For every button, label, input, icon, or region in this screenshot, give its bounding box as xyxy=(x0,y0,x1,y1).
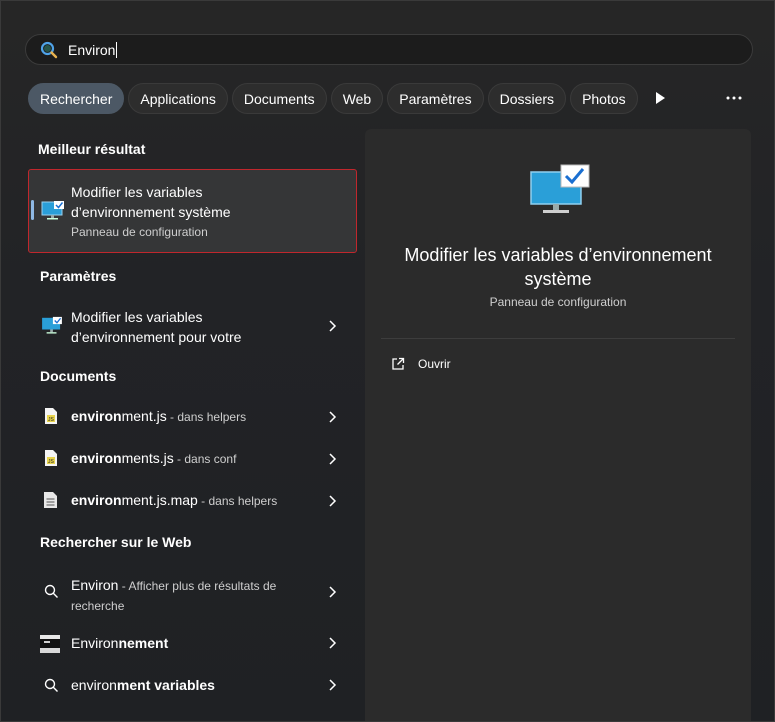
document-item-1[interactable]: environment.js - dans helpers xyxy=(71,408,246,426)
settings-result-title-line1: Modifier les variables xyxy=(71,309,203,325)
web-suggestion-bold: ment variables xyxy=(116,677,215,693)
system-properties-large-icon xyxy=(530,164,590,213)
section-documents-title: Documents xyxy=(40,368,117,384)
chevron-right-icon[interactable] xyxy=(327,453,337,465)
search-icon xyxy=(40,41,58,58)
js-file-icon: JS xyxy=(45,450,57,466)
settings-result-title-line2: d’environnement pour votre xyxy=(71,329,242,345)
preview-pane: Modifier les variables d’environnement s… xyxy=(365,129,751,721)
web-result-1[interactable]: Environ - Afficher plus de résultats de … xyxy=(71,575,316,616)
filter-label: Dossiers xyxy=(499,90,555,107)
filter-documents[interactable]: Documents xyxy=(231,83,327,114)
preview-subtitle: Panneau de configuration xyxy=(489,295,627,309)
open-external-icon xyxy=(392,357,405,370)
web-query: Environ xyxy=(71,635,119,651)
selection-indicator xyxy=(31,200,34,220)
filter-label: Photos xyxy=(582,90,626,107)
svg-text:JS: JS xyxy=(48,459,55,465)
doc-name-rest: ment.js xyxy=(121,408,167,424)
doc-location: - dans helpers xyxy=(197,494,278,508)
doc-name-rest: ments.js xyxy=(121,450,174,466)
web-result-2[interactable]: Environnement xyxy=(71,635,168,653)
filter-dossiers[interactable]: Dossiers xyxy=(487,83,567,114)
system-properties-icon xyxy=(42,316,62,334)
more-filters-play-icon[interactable] xyxy=(653,90,667,106)
web-result-desc: - Afficher plus de résultats de xyxy=(118,579,277,593)
search-input-text: Environ xyxy=(68,41,116,58)
doc-match: environ xyxy=(71,450,122,466)
text-file-icon xyxy=(44,492,57,508)
filter-label: Rechercher xyxy=(40,90,113,107)
doc-location: - dans conf xyxy=(173,452,237,466)
section-best-title: Meilleur résultat xyxy=(38,141,146,157)
chevron-right-icon[interactable] xyxy=(327,679,337,691)
system-properties-icon xyxy=(41,201,64,220)
section-web-title: Rechercher sur le Web xyxy=(40,534,192,550)
doc-match: environ xyxy=(71,408,122,424)
chevron-right-icon[interactable] xyxy=(327,637,337,649)
filter-parametres[interactable]: Paramètres xyxy=(387,83,484,114)
section-settings-title: Paramètres xyxy=(40,268,117,284)
web-query: environ xyxy=(71,677,117,693)
web-query: Environ xyxy=(71,577,119,593)
document-item-2[interactable]: environments.js - dans conf xyxy=(71,450,236,468)
web-thumbnail-icon xyxy=(40,635,60,653)
open-label: Ouvrir xyxy=(418,357,451,371)
doc-location: - dans helpers xyxy=(166,410,247,424)
preview-title-line1: Modifier les variables d’environnement xyxy=(404,245,712,265)
preview-divider xyxy=(381,338,735,339)
filter-bar: Rechercher Applications Documents Web Pa… xyxy=(28,83,638,114)
preview-title-line2: système xyxy=(524,269,592,289)
filter-rechercher[interactable]: Rechercher xyxy=(28,83,125,114)
more-options-icon[interactable] xyxy=(725,89,743,107)
document-item-3[interactable]: environment.js.map - dans helpers xyxy=(71,492,277,510)
chevron-right-icon[interactable] xyxy=(327,411,337,423)
web-result-3[interactable]: environment variables xyxy=(71,677,215,695)
filter-label: Applications xyxy=(140,90,216,107)
search-icon xyxy=(44,678,58,692)
text-caret xyxy=(116,41,118,58)
filter-photos[interactable]: Photos xyxy=(570,83,638,114)
doc-name-rest: ment.js.map xyxy=(121,492,198,508)
filter-label: Documents xyxy=(243,90,315,107)
best-result-title-line2: d’environnement système xyxy=(71,204,231,220)
js-file-icon: JS xyxy=(45,408,57,424)
chevron-right-icon[interactable] xyxy=(327,320,337,332)
doc-match: environ xyxy=(71,492,122,508)
open-action[interactable]: Ouvrir xyxy=(391,357,451,371)
filter-web[interactable]: Web xyxy=(330,83,384,114)
search-input[interactable]: Environ xyxy=(68,41,118,58)
filter-applications[interactable]: Applications xyxy=(128,83,228,114)
chevron-right-icon[interactable] xyxy=(327,495,337,507)
web-result-desc-2: recherche xyxy=(71,599,125,613)
start-search-window: Environ Rechercher Applications Document… xyxy=(0,0,775,722)
preview-title: Modifier les variables d’environnement s… xyxy=(365,243,751,291)
svg-text:JS: JS xyxy=(48,417,55,423)
search-bar[interactable]: Environ xyxy=(25,34,753,65)
search-icon xyxy=(44,584,58,598)
web-suggestion-bold: nement xyxy=(118,635,169,651)
chevron-right-icon[interactable] xyxy=(327,586,337,598)
filter-label: Paramètres xyxy=(399,90,472,107)
best-result-title-line1: Modifier les variables xyxy=(71,184,203,200)
best-result-subtitle: Panneau de configuration xyxy=(71,225,208,239)
filter-label: Web xyxy=(342,90,372,107)
